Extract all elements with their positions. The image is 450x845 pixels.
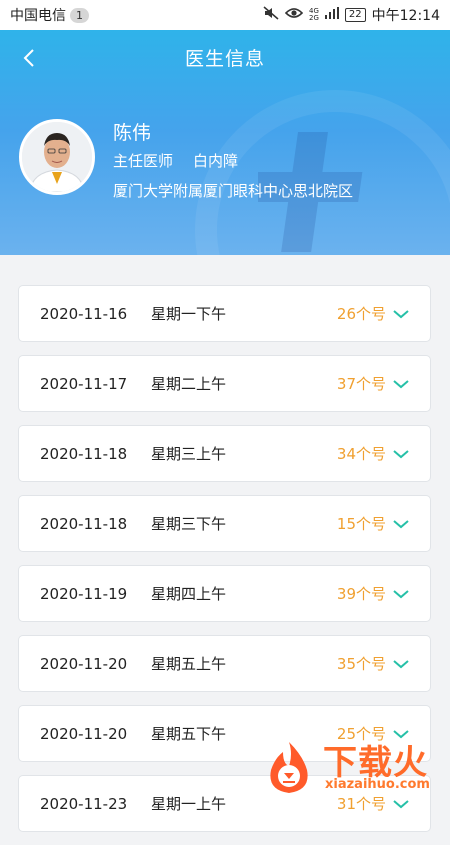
notification-badge: 1 <box>70 7 89 23</box>
status-icons: 4G 2G 22 中午12:14 <box>263 5 440 25</box>
flame-logo-icon <box>263 740 315 795</box>
schedule-slot: 星期三上午 <box>151 445 227 463</box>
schedule-slot: 星期一下午 <box>151 305 227 323</box>
schedule-slot: 星期五下午 <box>151 725 227 743</box>
schedule-row[interactable]: 2020-11-20 星期五上午 35个号 <box>18 635 431 692</box>
eye-icon <box>284 7 304 23</box>
clock: 中午12:14 <box>371 8 440 24</box>
watermark: 下载火 xiazaihuo.com <box>263 735 450 800</box>
doctor-avatar <box>19 119 95 195</box>
schedule-row[interactable]: 2020-11-19 星期四上午 39个号 <box>18 565 431 622</box>
watermark-domain: xiazaihuo.com <box>325 777 430 792</box>
schedule-row[interactable]: 2020-11-16 星期一下午 26个号 <box>18 285 431 342</box>
schedule-date: 2020-11-18 <box>40 514 128 533</box>
schedule-date: 2020-11-18 <box>40 444 128 463</box>
schedule-date: 2020-11-20 <box>40 654 128 673</box>
network-type: 4G 2G <box>309 8 319 22</box>
doctor-title-line: 主任医师 白内障 <box>113 150 238 171</box>
schedule-row[interactable]: 2020-11-18 星期三下午 15个号 <box>18 495 431 552</box>
schedule-date: 2020-11-19 <box>40 584 128 603</box>
signal-icon <box>324 7 339 23</box>
schedule-count: 35个号 <box>336 655 386 673</box>
doctor-hospital: 厦门大学附属厦门眼科中心思北院区 <box>113 182 354 200</box>
nav-bar: 医生信息 <box>0 30 450 84</box>
chevron-down-icon[interactable] <box>392 448 410 460</box>
schedule-count: 39个号 <box>336 585 386 603</box>
schedule-row[interactable]: 2020-11-18 星期三上午 34个号 <box>18 425 431 482</box>
chevron-down-icon[interactable] <box>392 518 410 530</box>
schedule-date: 2020-11-23 <box>40 794 128 813</box>
back-button[interactable] <box>14 43 44 73</box>
doctor-header: 医生信息 陈伟 主任医师 白内障 厦门大学附属厦门眼科中心思北院区 <box>0 30 450 255</box>
schedule-slot: 星期四上午 <box>151 585 227 603</box>
page-title: 医生信息 <box>184 47 265 70</box>
schedule-row[interactable]: 2020-11-17 星期二上午 37个号 <box>18 355 431 412</box>
status-bar: 中国电信 1 4G 2G 22 中午12:14 <box>0 0 450 30</box>
schedule-count: 26个号 <box>336 305 386 323</box>
schedule-slot: 星期三下午 <box>151 515 227 533</box>
doctor-name: 陈伟 <box>113 122 152 144</box>
chevron-down-icon[interactable] <box>392 378 410 390</box>
carrier-name: 中国电信 <box>10 8 66 24</box>
doctor-title: 主任医师 <box>113 152 174 170</box>
chevron-down-icon[interactable] <box>392 588 410 600</box>
schedule-date: 2020-11-20 <box>40 724 128 743</box>
chevron-down-icon[interactable] <box>392 308 410 320</box>
chevron-down-icon[interactable] <box>392 658 410 670</box>
network-bottom: 2G <box>309 14 319 22</box>
schedule-slot: 星期五上午 <box>151 655 227 673</box>
schedule-slot: 星期二上午 <box>151 375 227 393</box>
schedule-date: 2020-11-16 <box>40 304 128 323</box>
schedule-count: 34个号 <box>336 445 386 463</box>
carrier: 中国电信 1 <box>10 5 89 25</box>
schedule-slot: 星期一上午 <box>151 795 227 813</box>
doctor-department: 白内障 <box>193 152 239 170</box>
mute-icon <box>263 6 279 24</box>
schedule-date: 2020-11-17 <box>40 374 128 393</box>
battery-icon: 22 <box>344 8 366 22</box>
chevron-left-icon <box>23 49 34 67</box>
schedule-count: 15个号 <box>336 515 386 533</box>
schedule-count: 37个号 <box>336 375 386 393</box>
